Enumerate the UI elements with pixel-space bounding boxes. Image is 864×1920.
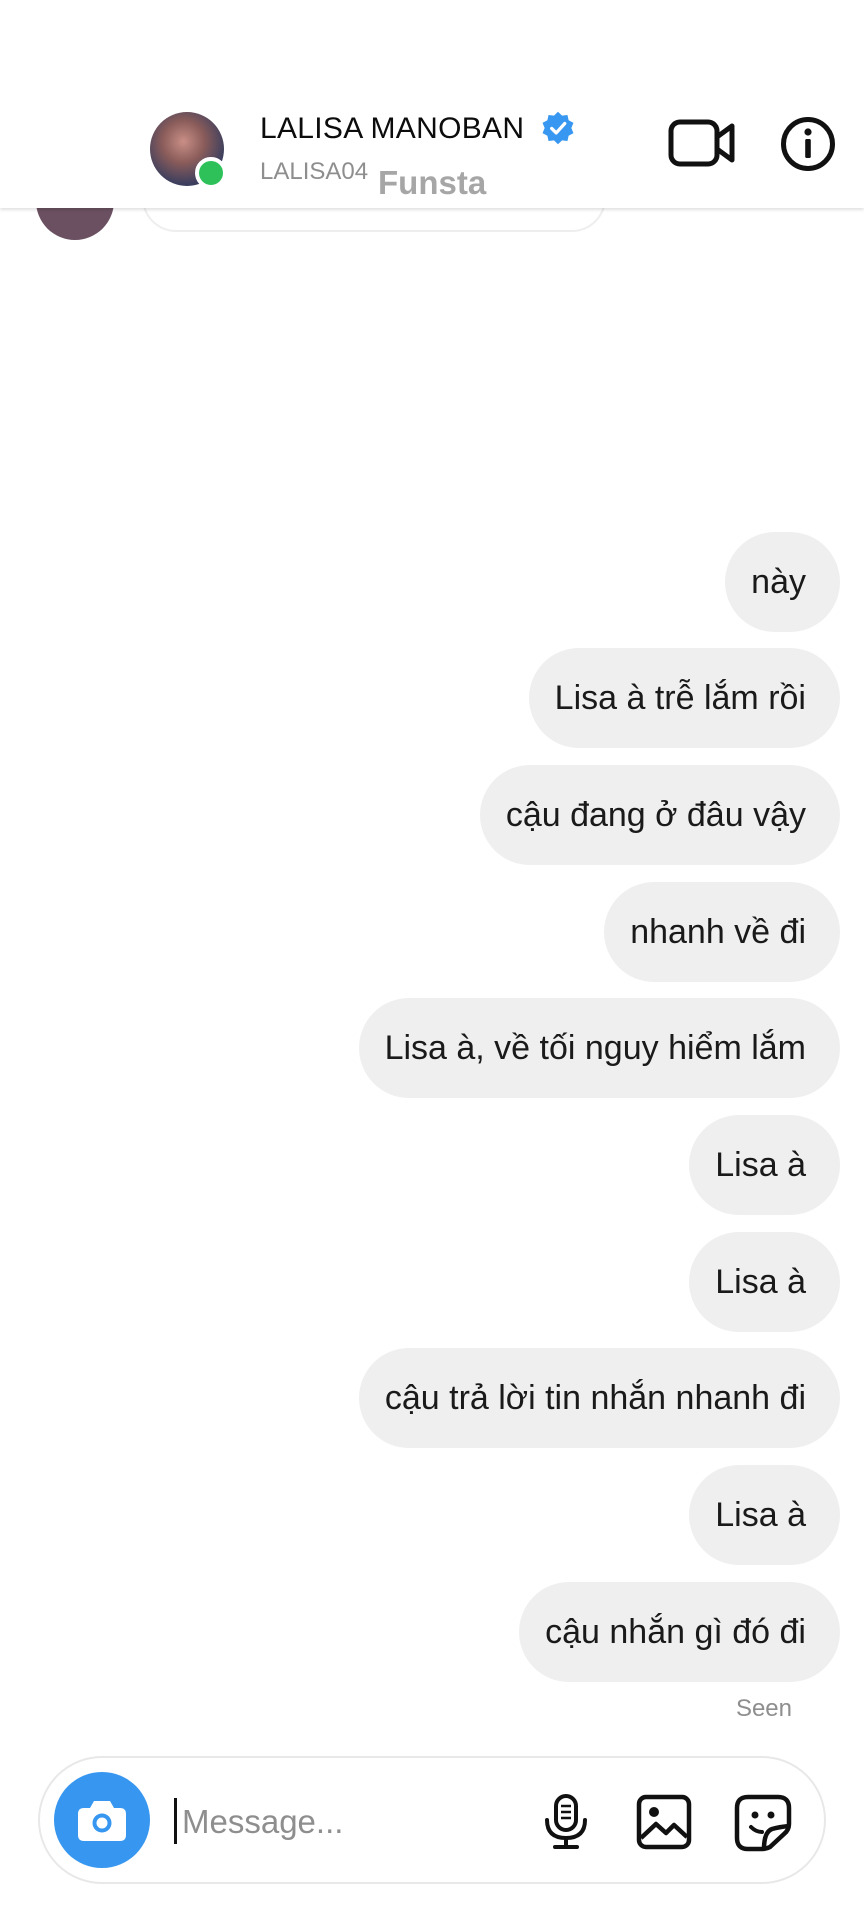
online-status-indicator: [195, 157, 227, 189]
info-icon[interactable]: [780, 116, 836, 172]
text-cursor: [174, 1798, 177, 1844]
image-icon[interactable]: [636, 1794, 692, 1850]
message-thread: này Lisa à trễ lắm rồi cậu đang ở đâu vậ…: [0, 0, 864, 1920]
message-bubble[interactable]: cậu nhắn gì đó đi: [519, 1582, 840, 1682]
sticker-icon[interactable]: [734, 1794, 792, 1852]
message-bubble[interactable]: cậu trả lời tin nhắn nhanh đi: [358, 1348, 840, 1448]
message-bubble[interactable]: Lisa à trễ lắm rồi: [528, 648, 840, 748]
video-camera-icon[interactable]: [668, 116, 736, 170]
chat-header: LALISA MANOBAN LALISA04 Funsta: [0, 0, 864, 208]
message-bubble[interactable]: Lisa à: [689, 1115, 840, 1215]
message-composer: [38, 1756, 826, 1884]
seen-status: Seen: [735, 1695, 792, 1722]
message-bubble[interactable]: Lisa à: [689, 1465, 840, 1565]
message-bubble[interactable]: Lisa à: [689, 1232, 840, 1332]
contact-name[interactable]: LALISA MANOBAN: [260, 112, 524, 146]
verified-badge-icon: [542, 111, 574, 145]
camera-icon: [78, 1801, 126, 1841]
message-bubble[interactable]: cậu đang ở đâu vậy: [479, 765, 840, 865]
message-bubble[interactable]: nhanh về đi: [604, 882, 840, 982]
message-input[interactable]: [180, 1788, 534, 1856]
microphone-icon[interactable]: [540, 1794, 592, 1850]
contact-username: LALISA04: [260, 158, 369, 185]
message-bubble[interactable]: này: [725, 532, 840, 632]
watermark: Funsta: [378, 164, 487, 201]
message-bubble[interactable]: Lisa à, về tối nguy hiểm lắm: [358, 998, 840, 1098]
camera-button[interactable]: [54, 1772, 150, 1868]
